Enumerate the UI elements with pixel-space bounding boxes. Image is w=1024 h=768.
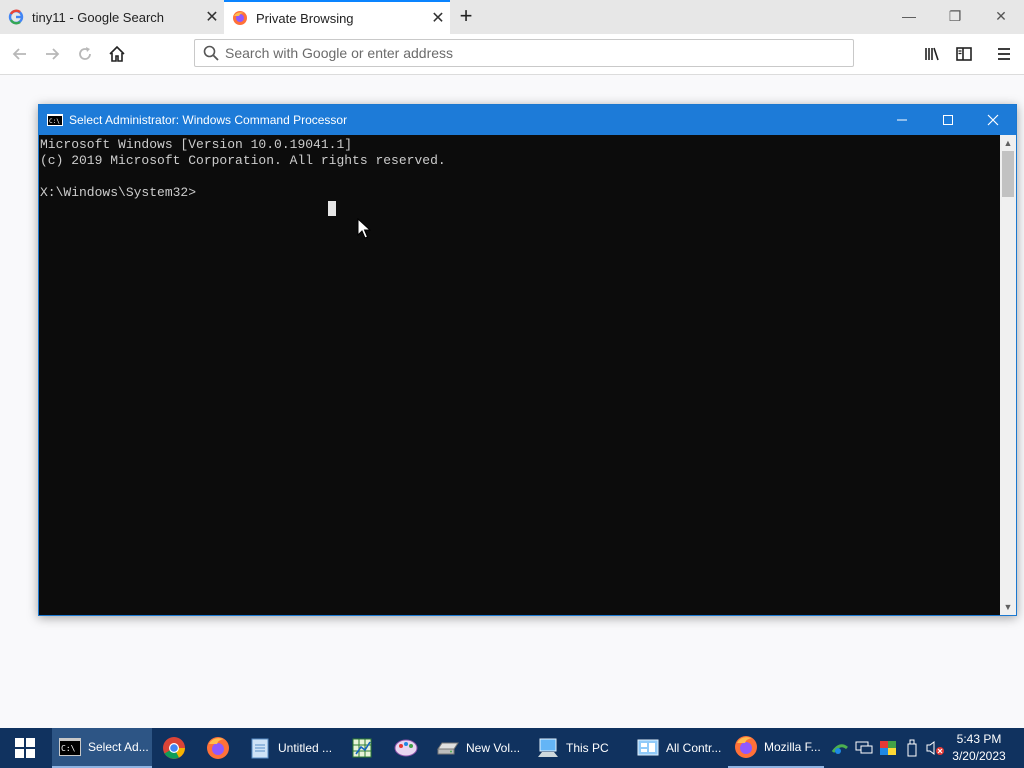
firefox-private-icon — [232, 10, 248, 26]
hamburger-menu-icon — [998, 48, 1010, 60]
volume-muted-icon[interactable] — [924, 728, 946, 768]
maximize-icon — [943, 115, 953, 125]
sidebar-button[interactable] — [950, 40, 978, 68]
control-panel-icon — [636, 736, 660, 760]
taskbar-item-cmd[interactable]: C:\ Select Ad... — [52, 728, 152, 768]
cmd-console-output[interactable]: Microsoft Windows [Version 10.0.19041.1]… — [39, 135, 1000, 615]
taskbar-item-label: Select Ad... — [88, 740, 149, 754]
firefox-icon — [207, 737, 229, 759]
taskbar: C:\ Select Ad... Untitled ... New Vol...… — [0, 728, 1024, 768]
forward-button[interactable] — [38, 40, 66, 68]
taskbar-item-chrome[interactable] — [156, 728, 192, 768]
drive-icon — [436, 736, 460, 760]
display-tray-icon[interactable] — [854, 728, 874, 768]
home-button[interactable] — [103, 40, 131, 68]
minimize-browser-button[interactable]: — — [886, 0, 932, 34]
taskbar-item-label: New Vol... — [466, 741, 521, 755]
chrome-icon — [163, 737, 185, 759]
cmd-icon: C:\ — [47, 114, 63, 126]
taskbar-item-firefox[interactable] — [200, 728, 236, 768]
scroll-up-arrow-icon[interactable]: ▲ — [1000, 135, 1016, 151]
taskbar-item-spreadsheet[interactable] — [344, 728, 380, 768]
taskbar-item-notepad[interactable]: Untitled ... — [242, 728, 338, 768]
console-line: Microsoft Windows [Version 10.0.19041.1] — [40, 137, 353, 152]
home-icon — [109, 45, 125, 62]
tab-private-browsing[interactable]: Private Browsing ✕ — [224, 0, 450, 34]
back-button[interactable] — [6, 40, 34, 68]
taskbar-item-control-panel[interactable]: All Contr... — [630, 728, 728, 768]
address-bar[interactable]: Search with Google or enter address — [194, 39, 854, 67]
mouse-pointer-icon — [357, 218, 371, 239]
clock-date: 3/20/2023 — [952, 749, 1006, 763]
tab-title: Private Browsing — [256, 10, 354, 26]
scroll-down-arrow-icon[interactable]: ▼ — [1000, 599, 1016, 615]
cmd-title-bar[interactable]: C:\ Select Administrator: Windows Comman… — [39, 105, 1016, 135]
google-icon — [8, 9, 24, 25]
reload-icon — [79, 47, 91, 60]
cmd-window-title: Select Administrator: Windows Command Pr… — [69, 113, 348, 127]
minimize-cmd-button[interactable] — [879, 105, 925, 135]
search-icon — [203, 45, 219, 61]
console-prompt-line: X:\Windows\System32> — [40, 185, 197, 200]
firefox-icon — [734, 735, 758, 759]
back-arrow-icon — [12, 48, 26, 60]
start-button[interactable] — [0, 728, 50, 768]
close-tab-icon[interactable]: ✕ — [426, 8, 450, 28]
reload-button[interactable] — [71, 40, 99, 68]
tab-google-search[interactable]: tiny11 - Google Search ✕ — [0, 0, 224, 34]
restore-browser-button[interactable]: ❐ — [932, 0, 978, 34]
computer-icon — [536, 736, 560, 760]
library-icon — [925, 47, 939, 61]
console-line: (c) 2019 Microsoft Corporation. All righ… — [40, 153, 446, 168]
network-tray-icon[interactable] — [830, 728, 850, 768]
taskbar-item-label: This PC — [566, 741, 609, 755]
cmd-scrollbar[interactable]: ▲ ▼ — [1000, 135, 1016, 615]
taskbar-item-mozilla-firefox[interactable]: Mozilla F... — [728, 728, 824, 768]
browser-tab-bar: tiny11 - Google Search ✕ Private Browsin… — [0, 0, 1024, 34]
taskbar-item-label: All Contr... — [666, 741, 722, 755]
sidebar-icon — [956, 47, 972, 61]
taskbar-item-new-volume[interactable]: New Vol... — [430, 728, 526, 768]
color-tray-icon[interactable] — [878, 728, 898, 768]
new-tab-button[interactable]: + — [454, 5, 478, 29]
library-button[interactable] — [918, 40, 946, 68]
close-browser-button[interactable]: ✕ — [978, 0, 1024, 34]
scrollbar-thumb[interactable] — [1002, 151, 1014, 197]
browser-nav-bar: Search with Google or enter address — [0, 34, 1024, 75]
usb-tray-icon[interactable] — [902, 728, 922, 768]
cmd-icon: C:\ — [58, 735, 82, 759]
taskbar-item-this-pc[interactable]: This PC — [530, 728, 626, 768]
minimize-icon — [897, 119, 907, 121]
windows-logo-icon — [15, 738, 35, 758]
system-clock[interactable]: 5:43 PM 3/20/2023 — [948, 731, 1010, 765]
notepad-icon — [248, 736, 272, 760]
menu-button[interactable] — [990, 40, 1018, 68]
address-placeholder: Search with Google or enter address — [225, 45, 454, 61]
spreadsheet-icon — [352, 738, 372, 758]
paint-icon — [394, 739, 418, 757]
svg-text:C:\: C:\ — [61, 744, 76, 753]
close-tab-icon[interactable]: ✕ — [200, 7, 224, 27]
close-icon — [987, 114, 999, 126]
close-cmd-button[interactable] — [970, 105, 1016, 135]
taskbar-item-paint[interactable] — [388, 728, 424, 768]
maximize-cmd-button[interactable] — [925, 105, 971, 135]
tab-title: tiny11 - Google Search — [32, 9, 164, 25]
forward-arrow-icon — [46, 48, 60, 60]
taskbar-item-label: Untitled ... — [278, 741, 333, 755]
text-cursor — [328, 201, 336, 216]
clock-time: 5:43 PM — [956, 732, 1002, 746]
svg-text:C:\: C:\ — [49, 118, 60, 125]
taskbar-item-label: Mozilla F... — [764, 740, 821, 754]
command-prompt-window[interactable]: C:\ Select Administrator: Windows Comman… — [38, 104, 1017, 616]
